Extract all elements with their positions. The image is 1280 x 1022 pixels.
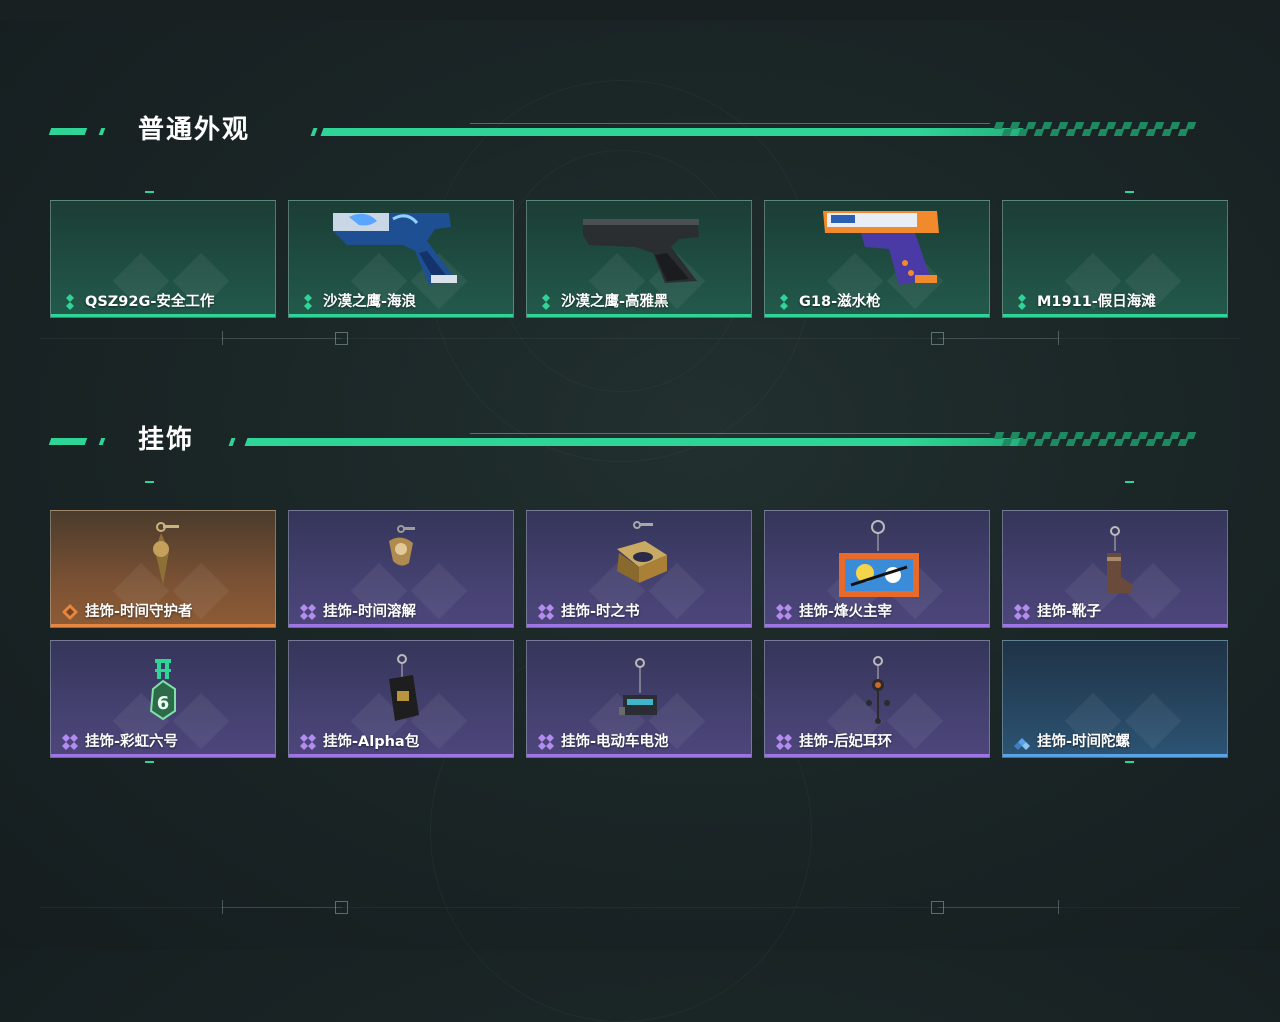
section-header-charms: 挂饰 [48,420,1210,460]
item-name: 挂饰-Alpha包 [323,734,420,750]
skin-card[interactable]: QSZ92G-安全工作 [50,200,276,318]
corner-marker [145,481,154,483]
rarity-purple-icon [300,734,316,750]
skin-card[interactable]: G18-滋水枪 [764,200,990,318]
svg-text:6: 6 [157,693,170,714]
charm-card[interactable]: 挂饰-靴子 [1002,510,1228,628]
section-title: 挂饰 [138,425,195,455]
corner-marker [1125,191,1134,193]
rarity-green-icon [1018,294,1026,310]
alpha-pack-charm-icon [389,654,419,721]
item-name: 挂饰-时间陀螺 [1037,734,1131,750]
item-name: G18-滋水枪 [799,294,881,310]
rarity-blue-icon [1014,738,1030,750]
skin-card[interactable]: 沙漠之鹰-高雅黑 [526,200,752,318]
item-name: 挂饰-后妃耳环 [799,734,893,750]
section-header-skins: 普通外观 [48,110,1210,150]
rarity-purple-icon [538,734,554,750]
rarity-purple-icon [62,734,78,750]
rarity-orange-icon [62,604,78,620]
rarity-purple-icon [538,604,554,620]
item-name: 沙漠之鹰-海浪 [323,294,417,310]
corner-marker [1125,481,1134,483]
water-gun-pistol-icon [823,211,939,285]
item-name: 挂饰-时间守护者 [85,604,193,620]
item-name: 挂饰-电动车电池 [561,734,669,750]
charm-card[interactable]: 挂饰-Alpha包 [288,640,514,758]
rarity-green-icon [542,294,550,310]
boot-charm-icon [1107,526,1133,593]
charm-card[interactable]: 6 挂饰-彩虹六号 [50,640,276,758]
item-name: 挂饰-靴子 [1037,604,1102,620]
charm-card[interactable]: 挂饰-时之书 [526,510,752,628]
item-name: 挂饰-时间溶解 [323,604,417,620]
blue-camo-pistol-icon [333,213,457,285]
section-title: 普通外观 [138,115,251,145]
rarity-green-icon [66,294,74,310]
rarity-purple-icon [300,604,316,620]
item-name: 挂饰-彩虹六号 [85,734,179,750]
charm-card[interactable]: 挂饰-时间溶解 [288,510,514,628]
charm-card[interactable]: 挂饰-烽火主宰 [764,510,990,628]
charm-card[interactable]: 挂饰-时间守护者 [50,510,276,628]
charm-card[interactable]: 挂饰-时间陀螺 [1002,640,1228,758]
item-name: 挂饰-时之书 [561,604,640,620]
corner-marker [145,761,154,763]
corner-marker [1125,761,1134,763]
corner-marker [145,191,154,193]
rarity-purple-icon [776,734,792,750]
rarity-green-icon [780,294,788,310]
charm-card[interactable]: 挂饰-后妃耳环 [764,640,990,758]
item-name: M1911-假日海滩 [1037,294,1156,310]
earring-charm-icon [866,656,890,724]
skin-card[interactable]: M1911-假日海滩 [1002,200,1228,318]
book-charm-icon [617,521,667,583]
top-bar [0,0,1280,20]
melting-clock-charm-icon [389,525,415,566]
rarity-green-icon [304,294,312,310]
golden-charm-icon [153,522,179,585]
item-name: 沙漠之鹰-高雅黑 [561,294,669,310]
rainbow-six-charm-icon: 6 [149,659,176,721]
battery-charm-icon [619,658,657,715]
skin-card[interactable]: 沙漠之鹰-海浪 [288,200,514,318]
rarity-purple-icon [1014,604,1030,620]
charm-card[interactable]: 挂饰-电动车电池 [526,640,752,758]
item-name: QSZ92G-安全工作 [85,294,215,310]
sticker-box-charm-icon [839,520,919,597]
black-pistol-icon [583,219,699,283]
item-name: 挂饰-烽火主宰 [799,604,893,620]
rarity-purple-icon [776,604,792,620]
